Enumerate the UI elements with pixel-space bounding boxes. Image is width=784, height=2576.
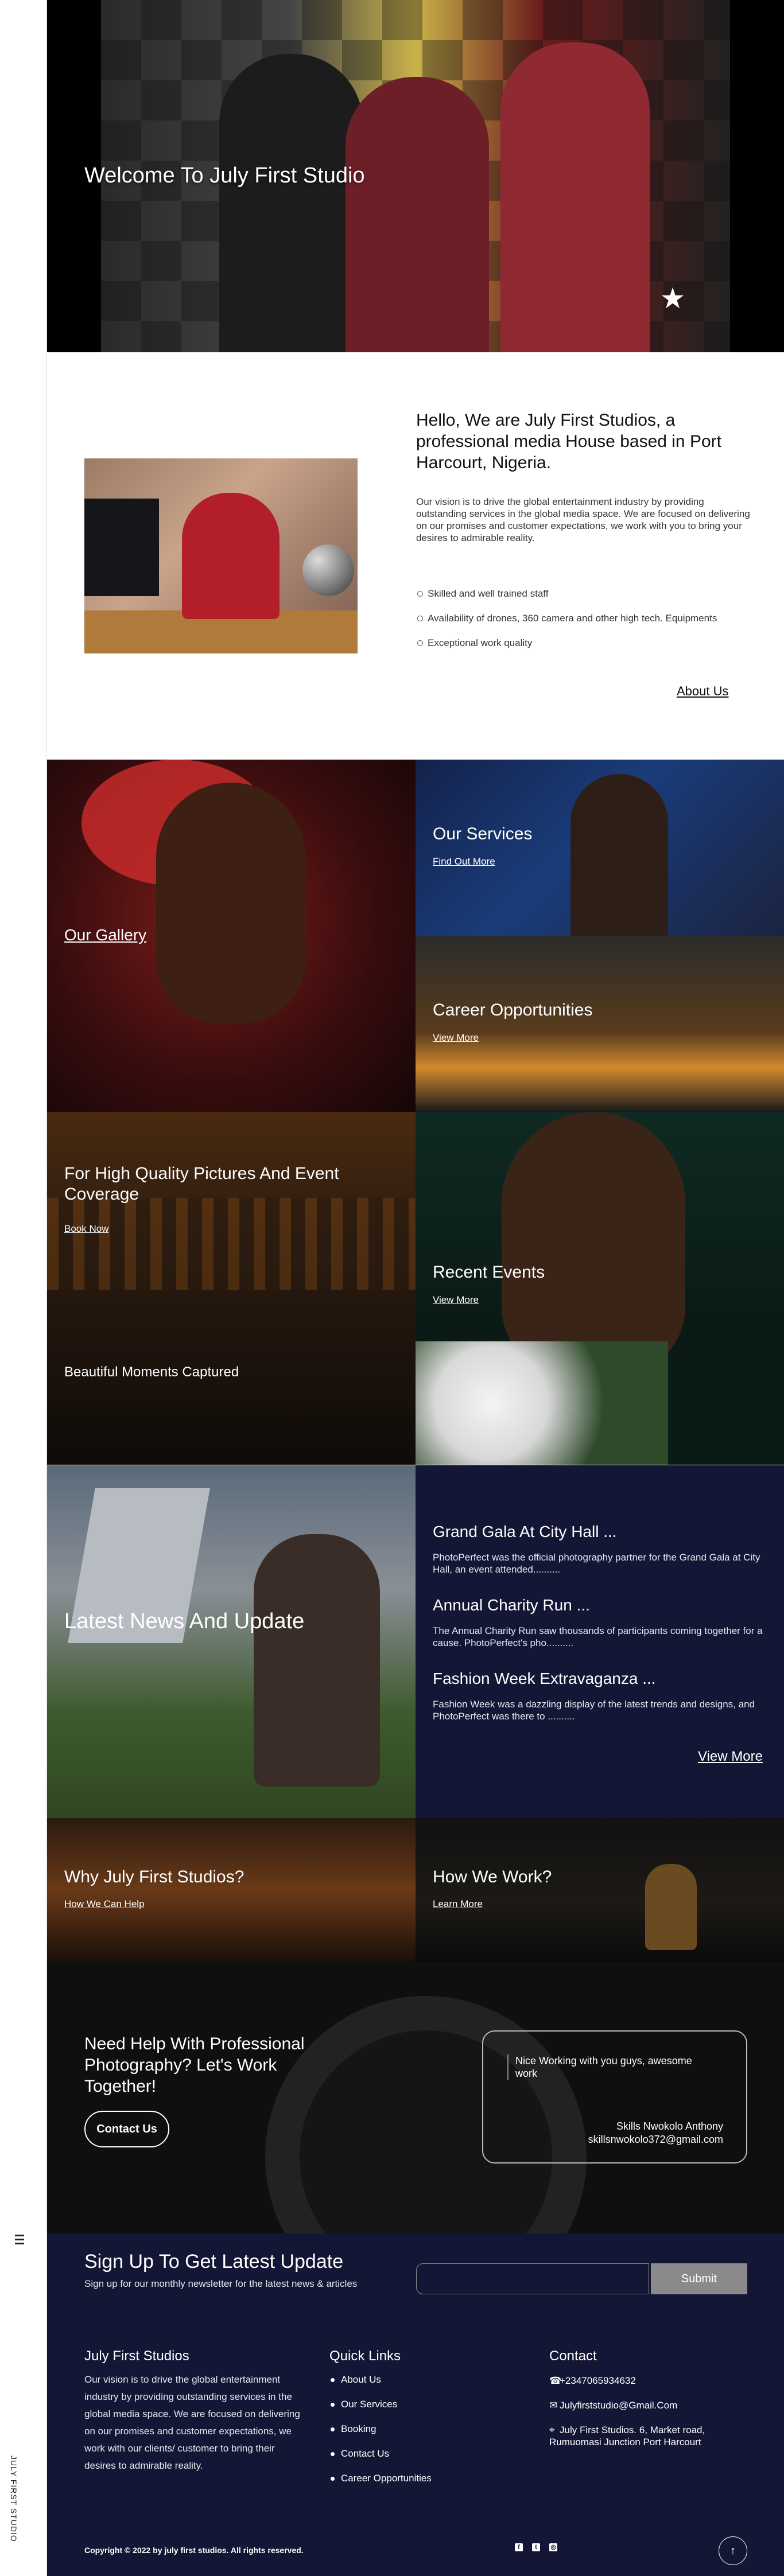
career-title: Career Opportunities <box>433 1001 593 1019</box>
news-item-desc: PhotoPerfect was the official photograph… <box>433 1552 760 1575</box>
address-text: July First Studios. 6, Market road, Rumu… <box>549 2425 705 2447</box>
about-section: Hello, We are July First Studios, a prof… <box>47 352 784 760</box>
instagram-icon[interactable]: ◎ <box>549 2543 557 2551</box>
services-tile[interactable]: Our Services Find Out More <box>416 760 784 936</box>
booking-title: For High Quality Pictures And Event Cove… <box>64 1164 339 1204</box>
booking-tile[interactable]: For High Quality Pictures And Event Cove… <box>47 1112 416 1465</box>
book-now-link[interactable]: Book Now <box>64 1223 108 1235</box>
social-links: f t ◎ <box>515 2543 557 2551</box>
services-title: Our Services <box>433 824 533 843</box>
list-item: Exceptional work quality <box>416 637 755 649</box>
quick-link-contact-us[interactable]: Contact Us <box>329 2445 432 2470</box>
gallery-tile[interactable]: Our Gallery <box>47 760 416 1112</box>
news-panel: Grand Gala At City Hall ... PhotoPerfect… <box>416 1465 784 1818</box>
footer-about-text: Our vision is to drive the global entert… <box>84 2374 300 2471</box>
back-to-top-arrow-icon[interactable]: ↑ <box>719 2536 747 2565</box>
why-how-section: Why July First Studios? How We Can Help … <box>47 1818 784 1962</box>
copyright-text: Copyright © 2022 by july first studios. … <box>84 2546 304 2555</box>
about-heading: Hello, We are July First Studios, a prof… <box>416 411 721 472</box>
email-address: Julyfirststudio@Gmail.Com <box>560 2400 678 2411</box>
quick-link-our-services[interactable]: Our Services <box>329 2396 432 2421</box>
facebook-icon[interactable]: f <box>515 2543 523 2551</box>
quick-link-about-us[interactable]: About Us <box>329 2371 432 2396</box>
events-view-more-link[interactable]: View More <box>433 1294 479 1306</box>
testimonial-card: Nice Working with you guys, awesome work… <box>482 2030 747 2163</box>
page: JULY FIRST STUDIO ★ Welcome To July Firs… <box>0 0 784 2576</box>
footer: Sign Up To Get Latest Update Sign up for… <box>47 2233 784 2576</box>
studio-logo-icon: ★ <box>659 282 686 314</box>
envelope-icon: ✉ <box>549 2400 558 2411</box>
testimonial-quote: Nice Working with you guys, awesome work <box>507 2054 714 2080</box>
twitter-icon[interactable]: t <box>532 2543 540 2551</box>
news-view-more-link[interactable]: View More <box>698 1749 763 1765</box>
testimonial-name: Skills Nwokolo Anthony <box>616 2120 723 2132</box>
contact-phone[interactable]: ☎+2347065934632 <box>549 2375 636 2387</box>
news-title: Latest News And Update <box>64 1609 305 1633</box>
newsletter-title: Sign Up To Get Latest Update <box>84 2251 344 2273</box>
how-title: How We Work? <box>433 1867 552 1886</box>
quick-links-title: Quick Links <box>329 2348 401 2364</box>
cta-title: Need Help With Professional Photography?… <box>84 2034 305 2096</box>
newsletter-submit-button[interactable]: Submit <box>651 2263 747 2294</box>
contact-address: ⌖ July First Studios. 6, Market road, Rum… <box>549 2424 721 2448</box>
find-out-more-link[interactable]: Find Out More <box>433 856 495 867</box>
newsletter-email-input[interactable] <box>416 2263 649 2294</box>
testimonial-email: skillsnwokolo372@gmail.com <box>588 2134 723 2145</box>
phone-number: +2347065934632 <box>560 2375 636 2386</box>
vertical-brand-text: JULY FIRST STUDIO <box>9 2456 18 2542</box>
news-item-title[interactable]: Annual Charity Run ... <box>433 1596 590 1614</box>
feature-tiles: Our Gallery Our Services Find Out More C… <box>47 760 784 1465</box>
list-item: Availability of drones, 360 camera and o… <box>416 612 755 624</box>
contact-us-button[interactable]: Contact Us <box>84 2111 169 2147</box>
sidebar: JULY FIRST STUDIO <box>0 0 47 2576</box>
quick-link-career[interactable]: Career Opportunities <box>329 2470 432 2495</box>
footer-about-title: July First Studios <box>84 2348 189 2364</box>
main-content: ★ Welcome To July First Studio Hello, We… <box>47 0 784 2576</box>
news-item-desc: The Annual Charity Run saw thousands of … <box>433 1625 763 1648</box>
feature-list: Skilled and well trained staff Availabil… <box>416 587 755 661</box>
quick-links-list: About Us Our Services Booking Contact Us… <box>329 2371 432 2495</box>
hamburger-menu-icon[interactable] <box>15 2235 26 2245</box>
why-title: Why July First Studios? <box>64 1867 244 1886</box>
phone-icon: ☎ <box>549 2375 562 2386</box>
about-description: Our vision is to drive the global entert… <box>416 496 750 543</box>
how-tile[interactable]: How We Work? Learn More <box>416 1818 784 1962</box>
newsletter-subtitle: Sign up for our monthly newsletter for t… <box>84 2278 358 2289</box>
career-view-more-link[interactable]: View More <box>433 1032 479 1044</box>
career-tile[interactable]: Career Opportunities View More <box>416 936 784 1112</box>
news-image: Latest News And Update <box>47 1465 416 1818</box>
events-title: Recent Events <box>433 1263 545 1282</box>
contact-title: Contact <box>549 2348 597 2364</box>
about-image <box>84 458 358 653</box>
why-tile[interactable]: Why July First Studios? How We Can Help <box>47 1818 416 1962</box>
contact-cta-section: Need Help With Professional Photography?… <box>47 1962 784 2233</box>
contact-email[interactable]: ✉ Julyfirststudio@Gmail.Com <box>549 2399 677 2411</box>
events-tile[interactable]: Recent Events View More <box>416 1112 784 1465</box>
news-item-title[interactable]: Fashion Week Extravaganza ... <box>433 1670 656 1688</box>
how-we-can-help-link[interactable]: How We Can Help <box>64 1898 145 1910</box>
map-pin-icon: ⌖ <box>549 2425 555 2435</box>
moments-caption: Beautiful Moments Captured <box>64 1364 239 1380</box>
news-item-desc: Fashion Week was a dazzling display of t… <box>433 1699 755 1722</box>
news-section: Latest News And Update Grand Gala At Cit… <box>47 1465 784 1818</box>
our-gallery-link[interactable]: Our Gallery <box>64 926 146 944</box>
about-us-link[interactable]: About Us <box>677 684 729 699</box>
news-item-title[interactable]: Grand Gala At City Hall ... <box>433 1523 617 1541</box>
quick-link-booking[interactable]: Booking <box>329 2421 432 2445</box>
list-item: Skilled and well trained staff <box>416 587 755 600</box>
hero-banner: ★ Welcome To July First Studio <box>47 0 784 352</box>
learn-more-link[interactable]: Learn More <box>433 1898 483 1910</box>
hero-title: Welcome To July First Studio <box>84 164 365 188</box>
